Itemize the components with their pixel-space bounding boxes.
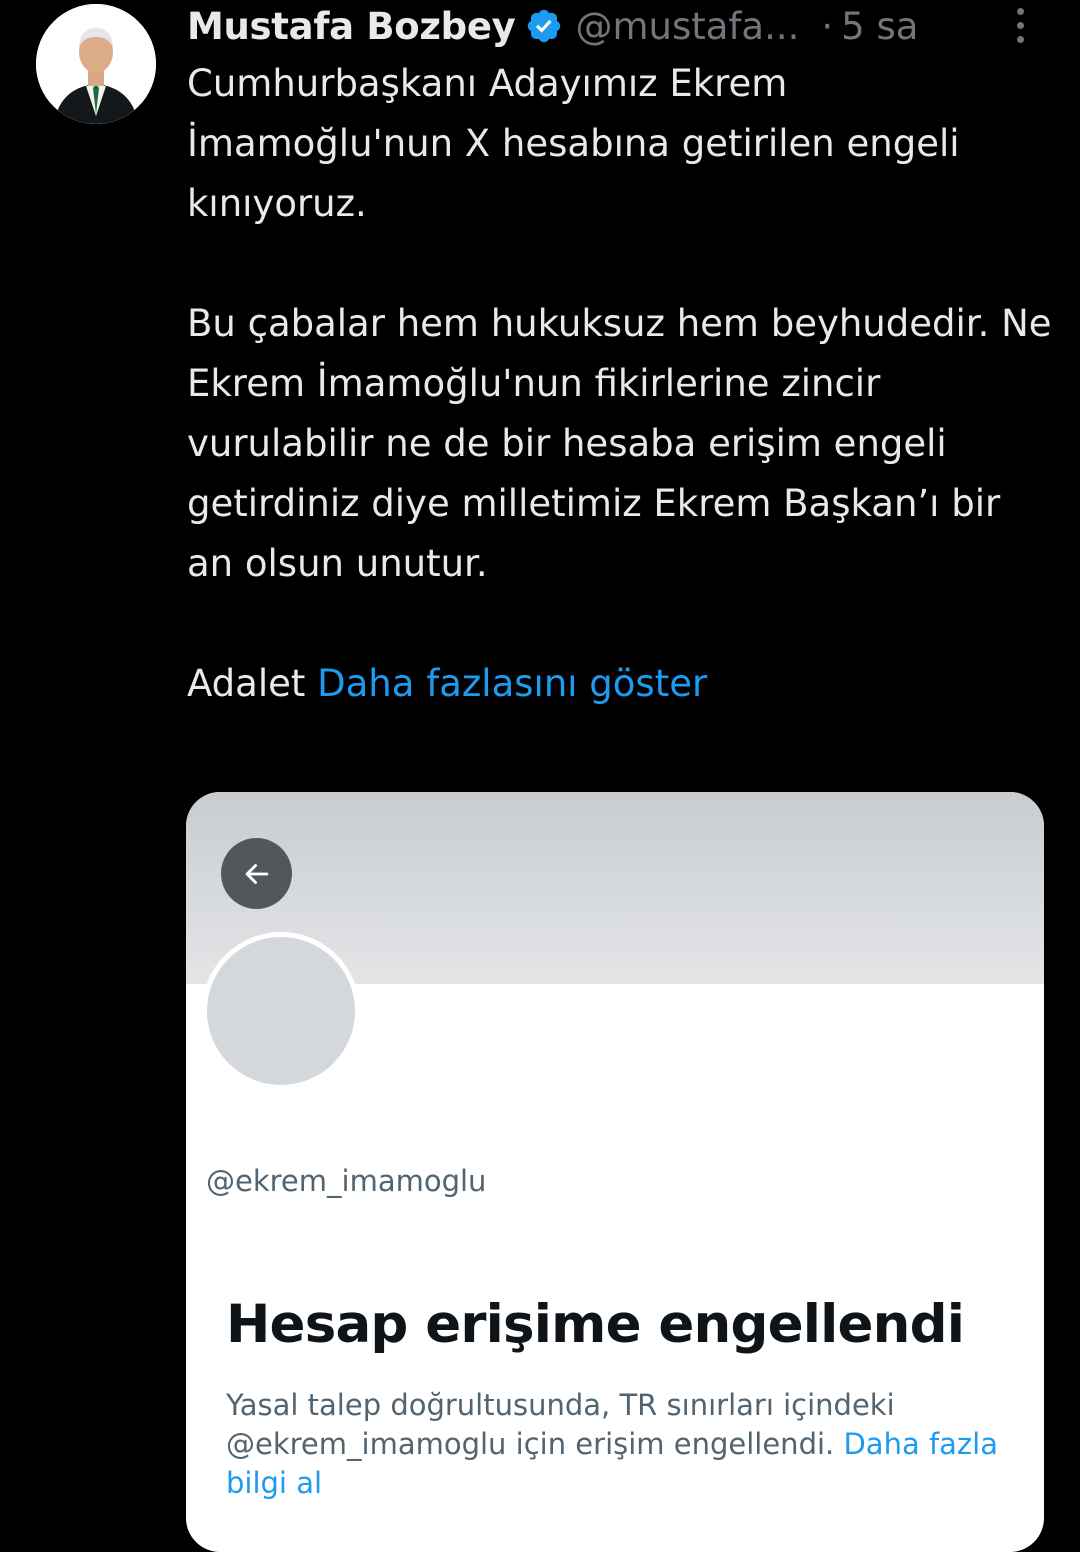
tweet-last-line-text: Adalet bbox=[187, 662, 306, 705]
blocked-description-block: Yasal talep doğrultusunda, TR sınırları … bbox=[226, 1386, 1026, 1503]
tweet-last-line: Adalet Daha fazlasını göster bbox=[187, 654, 1057, 714]
tweet-header: Mustafa Bozbey @mustafa... · 5 sa bbox=[187, 0, 1047, 52]
tweet-text: Cumhurbaşkanı Adayımız Ekrem İmamoğlu'nu… bbox=[187, 54, 1057, 714]
separator-dot: · bbox=[821, 4, 834, 48]
verified-badge-icon[interactable] bbox=[525, 7, 563, 45]
author-avatar[interactable] bbox=[36, 4, 156, 124]
author-display-name[interactable]: Mustafa Bozbey bbox=[187, 5, 516, 48]
arrow-left-icon bbox=[245, 863, 268, 884]
tweet[interactable]: Mustafa Bozbey @mustafa... · 5 sa Cumhur… bbox=[0, 0, 1080, 1552]
blocked-description: Yasal talep doğrultusunda, TR sınırları … bbox=[226, 1388, 895, 1461]
author-handle[interactable]: @mustafa... bbox=[575, 5, 799, 48]
more-options-icon[interactable] bbox=[1008, 8, 1032, 48]
back-button bbox=[221, 838, 292, 909]
show-more-link[interactable]: Daha fazlasını göster bbox=[317, 662, 707, 705]
blocked-account-handle: @ekrem_imamoglu bbox=[206, 1164, 487, 1198]
profile-picture-placeholder bbox=[202, 932, 360, 1090]
tweet-paragraph: Cumhurbaşkanı Adayımız Ekrem İmamoğlu'nu… bbox=[187, 62, 960, 225]
person-avatar-icon bbox=[36, 4, 156, 124]
tweet-paragraph: Bu çabalar hem hukuksuz hem beyhudedir. … bbox=[187, 302, 1052, 585]
blocked-title: Hesap erişime engellendi bbox=[226, 1294, 965, 1355]
media-image[interactable]: @ekrem_imamoglu Hesap erişime engellendi… bbox=[186, 792, 1044, 1552]
tweet-timestamp[interactable]: 5 sa bbox=[841, 5, 918, 48]
